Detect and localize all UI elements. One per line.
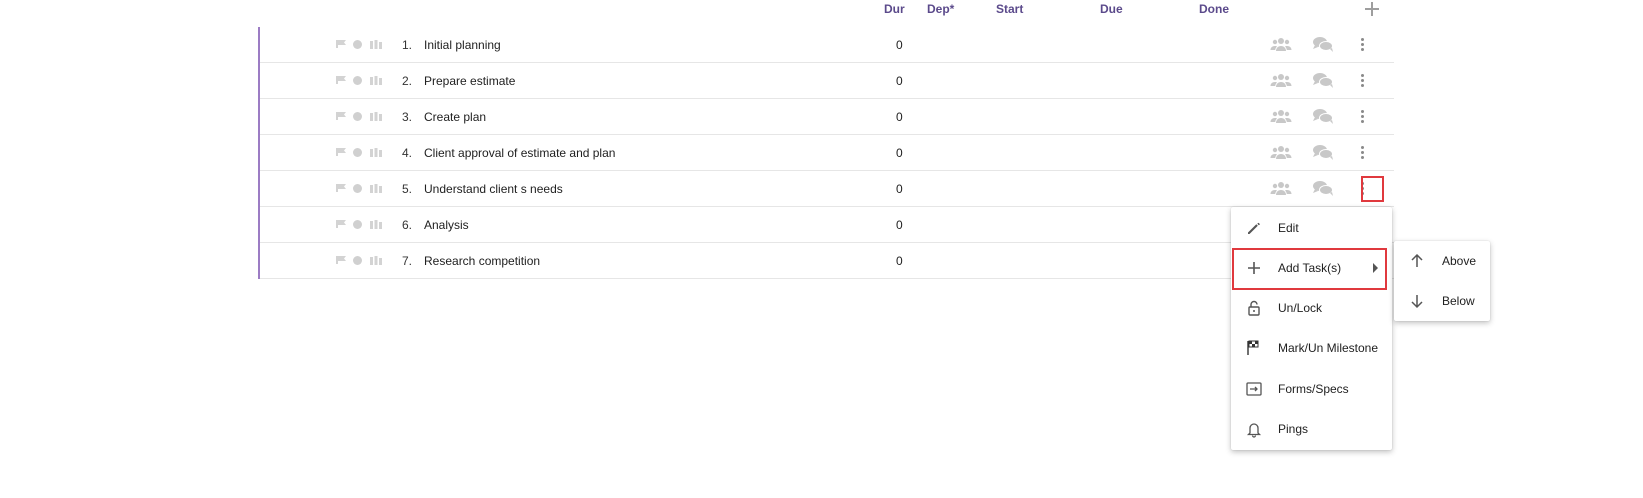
task-name[interactable]: Client approval of estimate and plan	[424, 146, 615, 160]
task-number: 4.	[402, 146, 413, 160]
menu-label-edit: Edit	[1278, 221, 1299, 235]
task-number: 2.	[402, 74, 413, 88]
task-duration[interactable]: 0	[896, 218, 903, 232]
status-dot-icon[interactable]	[353, 220, 362, 229]
flag-icon[interactable]	[336, 256, 346, 264]
status-dot-icon[interactable]	[353, 184, 362, 193]
comments-icon[interactable]	[1312, 180, 1334, 196]
add-tasks-submenu: Above Below	[1394, 241, 1490, 321]
task-number: 1.	[402, 38, 413, 52]
task-number: 6.	[402, 218, 413, 232]
highlight-add-tasks	[1232, 248, 1387, 290]
more-options-icon[interactable]	[1356, 72, 1368, 88]
task-number: 7.	[402, 254, 413, 268]
checkered-flag-icon	[1245, 339, 1263, 357]
submenu-label-below: Below	[1442, 294, 1475, 308]
submenu-item-above[interactable]: Above	[1394, 241, 1490, 281]
task-name[interactable]: Prepare estimate	[424, 74, 515, 88]
column-due[interactable]: Due	[1100, 2, 1123, 16]
menu-label-pings: Pings	[1278, 422, 1309, 436]
menu-item-pings[interactable]: Pings	[1231, 409, 1392, 449]
task-row[interactable]: 5. Understand client s needs 0	[260, 171, 1394, 207]
bars-icon[interactable]	[370, 40, 382, 49]
lock-open-icon	[1245, 299, 1263, 317]
flag-icon[interactable]	[336, 40, 346, 48]
menu-label-forms: Forms/Specs	[1278, 382, 1349, 396]
menu-item-unlock[interactable]: Un/Lock	[1231, 288, 1392, 328]
menu-label-milestone: Mark/Un Milestone	[1278, 341, 1379, 355]
more-options-icon[interactable]	[1356, 144, 1368, 160]
task-name[interactable]: Research competition	[424, 254, 540, 268]
task-name[interactable]: Create plan	[424, 110, 486, 124]
bell-icon	[1245, 420, 1263, 438]
status-dot-icon[interactable]	[353, 112, 362, 121]
add-column-icon[interactable]	[1363, 0, 1381, 18]
task-name[interactable]: Analysis	[424, 218, 469, 232]
bars-icon[interactable]	[370, 256, 382, 265]
comments-icon[interactable]	[1312, 36, 1334, 52]
highlight-more-button	[1361, 176, 1384, 202]
task-duration[interactable]: 0	[896, 74, 903, 88]
status-dot-icon[interactable]	[353, 40, 362, 49]
submenu-item-below[interactable]: Below	[1394, 281, 1490, 321]
menu-item-edit[interactable]: Edit	[1231, 208, 1392, 248]
task-context-menu: Edit Add Task(s) Un/Lock Mark/Un Milesto…	[1231, 207, 1392, 450]
task-row[interactable]: 3. Create plan 0	[260, 99, 1394, 135]
column-done[interactable]: Done	[1199, 2, 1229, 16]
task-duration[interactable]: 0	[896, 38, 903, 52]
task-row[interactable]: 1. Initial planning 0	[260, 27, 1394, 63]
more-options-icon[interactable]	[1356, 36, 1368, 52]
comments-icon[interactable]	[1312, 72, 1334, 88]
status-dot-icon[interactable]	[353, 256, 362, 265]
task-name[interactable]: Initial planning	[424, 38, 501, 52]
bars-icon[interactable]	[370, 76, 382, 85]
flag-icon[interactable]	[336, 220, 346, 228]
more-options-icon[interactable]	[1356, 108, 1368, 124]
team-icon[interactable]	[1270, 144, 1292, 160]
bars-icon[interactable]	[370, 148, 382, 157]
comments-icon[interactable]	[1312, 108, 1334, 124]
task-row[interactable]: 7. Research competition 0	[260, 243, 1394, 279]
team-icon[interactable]	[1270, 108, 1292, 124]
comments-icon[interactable]	[1312, 144, 1334, 160]
flag-icon[interactable]	[336, 184, 346, 192]
arrow-down-icon	[1408, 292, 1426, 310]
team-icon[interactable]	[1270, 72, 1292, 88]
task-row[interactable]: 6. Analysis 0	[260, 207, 1394, 243]
status-dot-icon[interactable]	[353, 76, 362, 85]
column-dur[interactable]: Dur	[884, 2, 905, 16]
task-name[interactable]: Understand client s needs	[424, 182, 563, 196]
task-duration[interactable]: 0	[896, 254, 903, 268]
task-row[interactable]: 4. Client approval of estimate and plan …	[260, 135, 1394, 171]
bars-icon[interactable]	[370, 112, 382, 121]
column-start[interactable]: Start	[996, 2, 1023, 16]
submenu-label-above: Above	[1442, 254, 1477, 268]
task-row[interactable]: 2. Prepare estimate 0	[260, 63, 1394, 99]
menu-label-unlock: Un/Lock	[1278, 301, 1323, 315]
pencil-icon	[1245, 219, 1263, 237]
menu-item-milestone[interactable]: Mark/Un Milestone	[1231, 328, 1392, 368]
team-icon[interactable]	[1270, 180, 1292, 196]
bars-icon[interactable]	[370, 220, 382, 229]
task-number: 5.	[402, 182, 413, 196]
task-duration[interactable]: 0	[896, 146, 903, 160]
status-dot-icon[interactable]	[353, 148, 362, 157]
arrow-up-icon	[1408, 252, 1426, 270]
menu-item-forms[interactable]: Forms/Specs	[1231, 369, 1392, 409]
flag-icon[interactable]	[336, 112, 346, 120]
forms-icon	[1245, 380, 1263, 398]
flag-icon[interactable]	[336, 76, 346, 84]
column-dep[interactable]: Dep*	[927, 2, 954, 16]
flag-icon[interactable]	[336, 148, 346, 156]
task-duration[interactable]: 0	[896, 182, 903, 196]
task-duration[interactable]: 0	[896, 110, 903, 124]
bars-icon[interactable]	[370, 184, 382, 193]
task-list: 1. Initial planning 0 2. Prepare estimat…	[258, 27, 1394, 279]
task-number: 3.	[402, 110, 413, 124]
team-icon[interactable]	[1270, 36, 1292, 52]
